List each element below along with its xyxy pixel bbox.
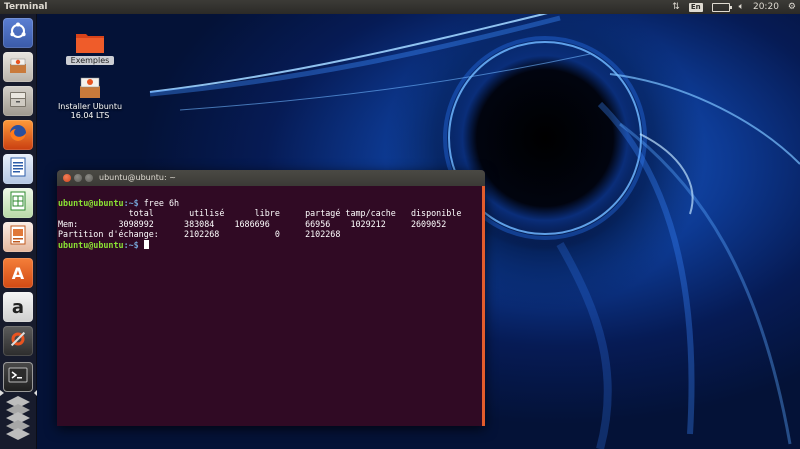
- software-center-icon: A: [11, 263, 25, 283]
- impress-icon: [7, 224, 29, 250]
- close-button[interactable]: [63, 174, 71, 182]
- prompt-user: ubuntu@ubuntu: [58, 239, 124, 250]
- desktop-icon-label: Exemples: [66, 56, 114, 65]
- workspace-switcher-icon: [4, 396, 32, 444]
- window-edge-highlight: [482, 186, 485, 426]
- installer-icon: [76, 77, 104, 102]
- calc-icon: [7, 190, 29, 216]
- minimize-button[interactable]: [74, 174, 82, 182]
- launcher-amazon[interactable]: a: [3, 292, 33, 322]
- launcher-system-settings[interactable]: [3, 326, 33, 356]
- launcher-firefox[interactable]: [3, 120, 33, 150]
- desktop-icon-install-ubuntu[interactable]: Installer Ubuntu 16.04 LTS: [52, 74, 128, 120]
- command-line: ubuntu@ubuntu:~$ free 6h: [58, 198, 485, 209]
- text-cursor: [143, 239, 149, 249]
- terminal-icon: [7, 364, 29, 390]
- prompt-path: :~$: [123, 239, 139, 250]
- launcher-files[interactable]: [3, 86, 33, 116]
- launcher-dash-home[interactable]: [3, 18, 33, 48]
- terminal-titlebar[interactable]: ubuntu@ubuntu: ~: [57, 170, 485, 186]
- running-indicator-icon: [0, 390, 4, 396]
- clock[interactable]: 20:20: [753, 0, 779, 14]
- launcher-software-center[interactable]: A: [3, 258, 33, 288]
- prompt-user: ubuntu@ubuntu: [58, 197, 124, 208]
- network-icon[interactable]: ⇅: [672, 0, 680, 14]
- launcher: A a: [0, 14, 37, 449]
- top-panel: Terminal ⇅ En 🔈︎ 20:20 ⚙: [0, 0, 800, 14]
- amazon-icon: a: [11, 296, 25, 318]
- launcher-terminal[interactable]: [3, 362, 33, 392]
- launcher-libreoffice-writer[interactable]: [3, 154, 33, 184]
- writer-icon: [7, 156, 29, 182]
- battery-icon[interactable]: [711, 2, 732, 12]
- terminal-window[interactable]: ubuntu@ubuntu: ~ ubuntu@ubuntu:~$ free 6…: [57, 170, 485, 426]
- ubuntu-logo-icon: [8, 21, 28, 45]
- settings-icon: [7, 328, 29, 354]
- volume-icon[interactable]: 🔈︎: [739, 0, 744, 14]
- desktop-icon-label: Installer Ubuntu: [57, 102, 123, 111]
- indicator-area: ⇅ En 🔈︎ 20:20 ⚙: [672, 0, 796, 14]
- maximize-button[interactable]: [85, 174, 93, 182]
- gear-icon[interactable]: ⚙: [788, 0, 796, 14]
- launcher-install-ubuntu[interactable]: [3, 52, 33, 82]
- desktop-icon-label-line2: 16.04 LTS: [70, 111, 110, 120]
- keyboard-language-indicator[interactable]: En: [688, 2, 703, 12]
- output-mem: Mem: 3098992 383084 1686696 66956 102921…: [58, 218, 447, 229]
- focused-indicator-icon: [34, 390, 37, 396]
- window-title: ubuntu@ubuntu: ~: [99, 173, 176, 182]
- file-manager-icon: [7, 88, 29, 114]
- terminal-output[interactable]: ubuntu@ubuntu:~$ free 6h total utilisé l…: [58, 186, 485, 426]
- folder-icon: [75, 34, 105, 56]
- installer-icon: [7, 54, 29, 80]
- output-header: total utilisé libre partagé tamp/cache d…: [58, 208, 462, 218]
- launcher-workspaces[interactable]: [3, 396, 33, 444]
- firefox-icon: [7, 122, 29, 148]
- prompt-path: :~$: [123, 197, 139, 208]
- output-swap: Partition d'échange: 2102268 0 2102268: [58, 229, 341, 239]
- desktop-icon-exemples[interactable]: Exemples: [66, 30, 114, 65]
- prompt-line: ubuntu@ubuntu:~$: [58, 239, 485, 251]
- command-text: free 6h: [138, 197, 180, 208]
- launcher-libreoffice-impress[interactable]: [3, 222, 33, 252]
- launcher-libreoffice-calc[interactable]: [3, 188, 33, 218]
- active-app-title: Terminal: [4, 2, 48, 12]
